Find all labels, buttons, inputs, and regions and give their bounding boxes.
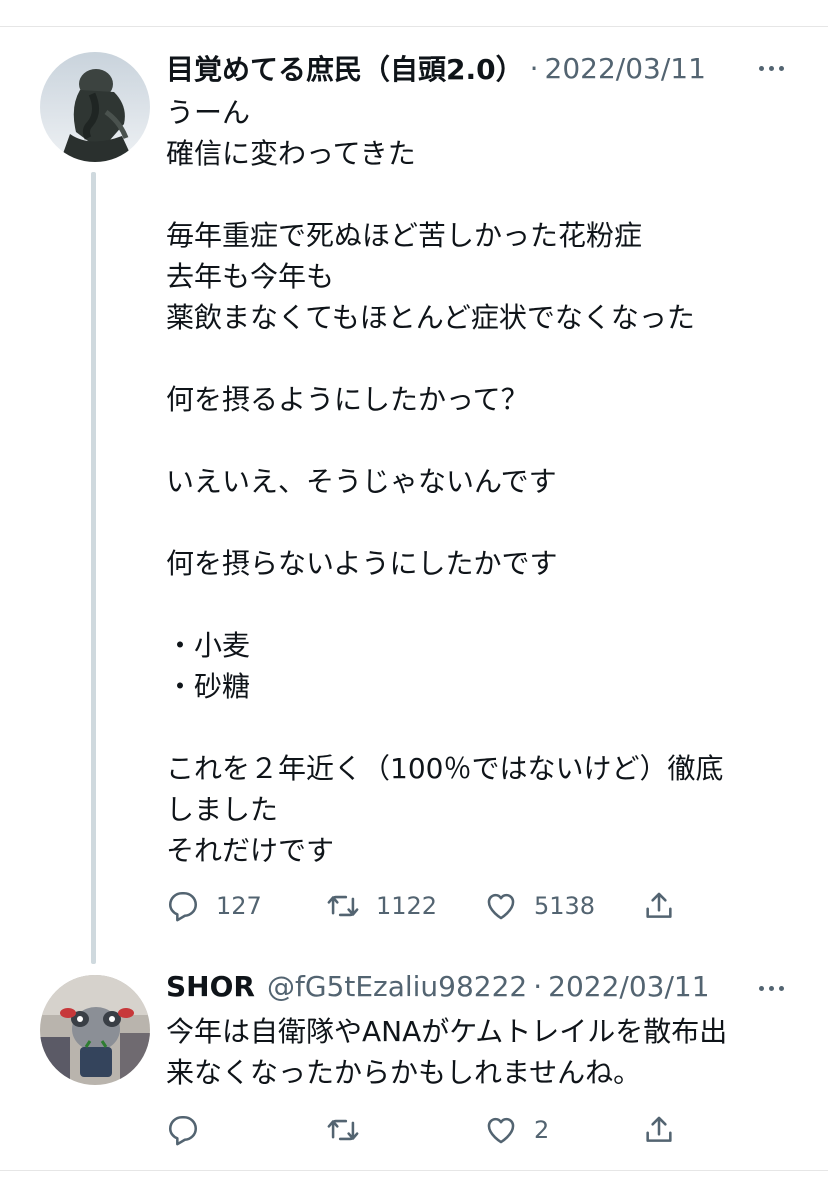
reply-count: 127	[216, 892, 262, 920]
tweet-date[interactable]: 2022/03/11	[545, 52, 706, 85]
reply-icon	[168, 1115, 198, 1146]
tweet-text: うーん 確信に変わってきた 毎年重症で死ぬほど苦しかった花粉症 去年も今年も 薬…	[166, 96, 724, 867]
retweet-icon	[327, 1119, 359, 1141]
share-button[interactable]	[642, 1110, 676, 1150]
username[interactable]: @fG5tEzaliu98222	[267, 970, 527, 1003]
heart-icon	[487, 1117, 515, 1144]
tweet-header: 目覚めてる庶民（自頭2.0） · 2022/03/11	[166, 48, 706, 88]
retweet-icon	[327, 895, 359, 917]
avatar[interactable]	[40, 975, 150, 1085]
like-count: 5138	[534, 892, 596, 920]
bottom-divider	[0, 1170, 828, 1171]
retweet-button[interactable]	[326, 1110, 376, 1150]
more-icon[interactable]	[759, 66, 784, 71]
tweet-text: 今年は自衛隊やANAがケムトレイルを散布出 来なくなったからかもしれませんね。	[166, 1015, 728, 1089]
heart-icon	[487, 893, 515, 920]
like-count: 2	[534, 1116, 550, 1144]
separator-dot: ·	[529, 51, 539, 85]
reply-button[interactable]	[166, 1110, 216, 1150]
retweet-count: 1122	[376, 892, 438, 920]
more-icon[interactable]	[759, 986, 784, 991]
avatar[interactable]	[40, 52, 150, 162]
share-icon	[646, 1116, 672, 1142]
thread-line	[91, 172, 96, 964]
display-name[interactable]: SHOR	[166, 970, 255, 1003]
tweet-header: SHOR @fG5tEzaliu98222 · 2022/03/11	[166, 970, 710, 1003]
retweet-button[interactable]: 1122	[326, 886, 437, 926]
tweet-actions: 2	[166, 1110, 726, 1150]
like-button[interactable]: 2	[484, 1110, 549, 1150]
tweet-date[interactable]: 2022/03/11	[548, 970, 709, 1003]
share-icon	[646, 892, 672, 918]
top-divider	[0, 26, 828, 27]
reply-icon	[168, 891, 198, 922]
tweet-actions: 127 1122 5138	[166, 886, 726, 926]
display-name[interactable]: 目覚めてる庶民（自頭2.0）	[166, 48, 524, 88]
reply-button[interactable]: 127	[166, 886, 262, 926]
like-button[interactable]: 5138	[484, 886, 595, 926]
separator-dot: ·	[533, 970, 543, 1003]
share-button[interactable]	[642, 886, 676, 926]
plush-toy-avatar	[40, 975, 150, 1085]
thinker-statue-avatar	[40, 52, 150, 162]
